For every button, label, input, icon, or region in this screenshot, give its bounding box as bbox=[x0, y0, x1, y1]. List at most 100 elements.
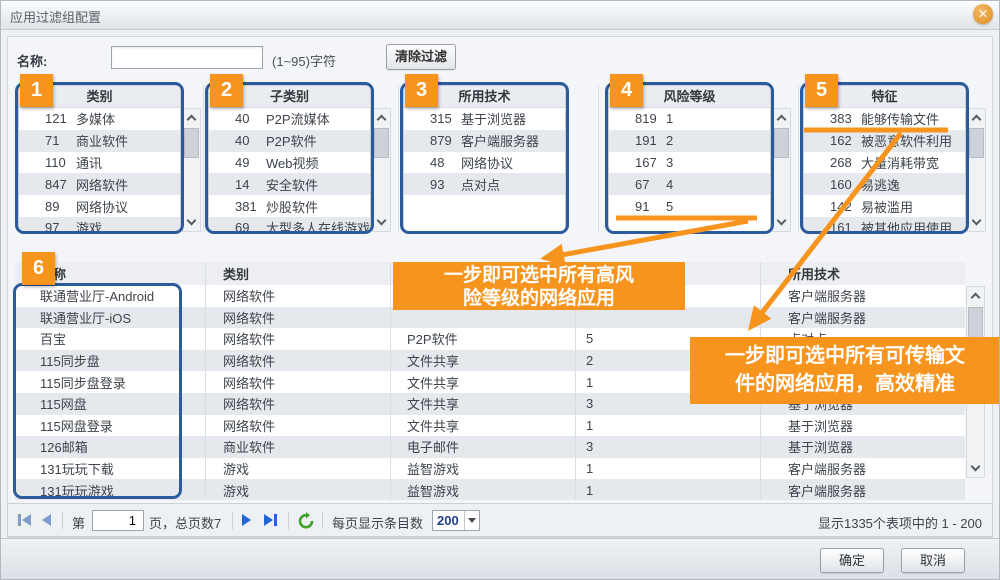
scroll-up-button[interactable] bbox=[968, 109, 985, 126]
item-label: 安全软件 bbox=[266, 175, 370, 194]
name-input[interactable] bbox=[111, 46, 263, 69]
item-count: 142 bbox=[830, 199, 861, 214]
chevron-down-icon bbox=[971, 462, 981, 472]
cell: 客户端服务器 bbox=[760, 479, 965, 500]
item-count: 819 bbox=[635, 111, 666, 126]
page-prefix-label: 第 bbox=[72, 513, 85, 532]
list-item[interactable]: 8191 bbox=[609, 108, 770, 130]
table-row[interactable]: 115网盘登录网络软件文件共享1基于浏览器 bbox=[15, 415, 965, 437]
scrollbar[interactable] bbox=[182, 108, 201, 232]
list-item[interactable]: 268大量消耗带宽 bbox=[804, 152, 965, 174]
page-size-select[interactable]: 200 bbox=[432, 510, 480, 531]
list-item[interactable]: 161被其他应用使用 bbox=[804, 217, 965, 232]
cell: 115同步盘 bbox=[15, 350, 205, 372]
item-count: 49 bbox=[235, 155, 266, 170]
item-label: 大型多人在线游戏 bbox=[266, 218, 370, 232]
refresh-button[interactable] bbox=[297, 512, 315, 530]
item-count: 40 bbox=[235, 111, 266, 126]
list-item[interactable]: 381炒股软件 bbox=[209, 195, 370, 217]
cell: 基于浏览器 bbox=[760, 415, 965, 437]
cell: 131玩玩游戏 bbox=[15, 479, 205, 500]
list-item[interactable]: 14安全软件 bbox=[209, 173, 370, 195]
list-item[interactable]: 69大型多人在线游戏 bbox=[209, 217, 370, 232]
scroll-thumb[interactable] bbox=[969, 128, 984, 158]
scrollbar[interactable] bbox=[967, 108, 986, 232]
cell: 3 bbox=[575, 436, 760, 458]
table-row[interactable]: 131玩玩游戏游戏益智游戏1客户端服务器 bbox=[15, 479, 965, 500]
item-count: 191 bbox=[635, 133, 666, 148]
item-label: P2P流媒体 bbox=[266, 109, 370, 128]
scroll-up-button[interactable] bbox=[373, 109, 390, 126]
list-item[interactable]: 93点对点 bbox=[404, 173, 565, 195]
list-item[interactable]: 674 bbox=[609, 173, 770, 195]
list-item[interactable]: 48网络协议 bbox=[404, 152, 565, 174]
column-separator bbox=[203, 85, 204, 233]
scroll-down-button[interactable] bbox=[967, 460, 984, 477]
list-item[interactable]: 383能够传输文件 bbox=[804, 108, 965, 130]
list-item[interactable]: 915 bbox=[609, 195, 770, 217]
ok-button[interactable]: 确定 bbox=[820, 548, 884, 573]
list-item[interactable]: 879客户端服务器 bbox=[404, 130, 565, 152]
list-item[interactable]: 160易逃逸 bbox=[804, 173, 965, 195]
cell: 126邮箱 bbox=[15, 436, 205, 458]
item-label: 通讯 bbox=[76, 153, 180, 172]
item-count: 381 bbox=[235, 199, 266, 214]
scroll-thumb[interactable] bbox=[184, 128, 199, 158]
cell: 联通营业厅-Android bbox=[15, 285, 205, 307]
pagination-bar: 第 页，总页数7 每页显示条目数 200 显示1335个表项中的 1 - 200 bbox=[7, 503, 993, 537]
table-row[interactable]: 126邮箱商业软件电子邮件3基于浏览器 bbox=[15, 436, 965, 458]
scroll-down-button[interactable] bbox=[773, 214, 790, 231]
list-item[interactable]: 89网络协议 bbox=[19, 195, 180, 217]
cancel-button[interactable]: 取消 bbox=[901, 548, 965, 573]
prev-page-button[interactable] bbox=[42, 514, 51, 526]
item-label: 多媒体 bbox=[76, 109, 180, 128]
clear-filter-button[interactable]: 清除过滤 bbox=[386, 44, 456, 70]
annotation-badge-3: 3 bbox=[405, 74, 438, 107]
cell: 商业软件 bbox=[205, 436, 390, 458]
list-item[interactable]: 49Web视频 bbox=[209, 152, 370, 174]
list-item[interactable]: 315基于浏览器 bbox=[404, 108, 565, 130]
scroll-thumb[interactable] bbox=[774, 128, 789, 158]
refresh-icon bbox=[297, 512, 315, 530]
scroll-up-button[interactable] bbox=[773, 109, 790, 126]
list-item[interactable]: 121多媒体 bbox=[19, 108, 180, 130]
scroll-down-button[interactable] bbox=[183, 214, 200, 231]
list-item[interactable]: 40P2P流媒体 bbox=[209, 108, 370, 130]
item-count: 14 bbox=[235, 177, 266, 192]
list-item[interactable]: 142易被滥用 bbox=[804, 195, 965, 217]
list-item[interactable]: 110通讯 bbox=[19, 152, 180, 174]
list-item[interactable]: 847网络软件 bbox=[19, 173, 180, 195]
scrollbar[interactable] bbox=[772, 108, 791, 232]
next-page-icon bbox=[242, 514, 251, 526]
list-item[interactable]: 1673 bbox=[609, 152, 770, 174]
item-label: 1 bbox=[666, 111, 770, 126]
cell: 网络软件 bbox=[205, 393, 390, 415]
scroll-down-button[interactable] bbox=[373, 214, 390, 231]
cell: 网络软件 bbox=[205, 415, 390, 437]
cell: P2P软件 bbox=[390, 328, 575, 350]
scroll-thumb[interactable] bbox=[374, 128, 389, 158]
close-icon: ✕ bbox=[978, 7, 988, 21]
cell: 基于浏览器 bbox=[760, 436, 965, 458]
chevron-down-icon bbox=[468, 518, 476, 523]
last-page-button[interactable] bbox=[264, 514, 277, 526]
list-item[interactable]: 40P2P软件 bbox=[209, 130, 370, 152]
item-label: 网络协议 bbox=[461, 153, 565, 172]
dropdown-button[interactable] bbox=[464, 511, 479, 530]
scroll-down-button[interactable] bbox=[968, 214, 985, 231]
dialog-title: 应用过滤组配置 bbox=[10, 7, 101, 26]
scrollbar[interactable] bbox=[372, 108, 391, 232]
page-number-input[interactable] bbox=[92, 510, 144, 531]
scroll-up-button[interactable] bbox=[967, 287, 984, 304]
list-item[interactable]: 97游戏 bbox=[19, 217, 180, 232]
next-page-button[interactable] bbox=[242, 514, 251, 526]
close-button[interactable]: ✕ bbox=[973, 4, 993, 24]
annotation-badge-5: 5 bbox=[805, 74, 838, 107]
table-row[interactable]: 131玩玩下载游戏益智游戏1客户端服务器 bbox=[15, 458, 965, 480]
first-page-button[interactable] bbox=[18, 514, 31, 526]
scroll-up-button[interactable] bbox=[183, 109, 200, 126]
annotation-badge-2: 2 bbox=[210, 74, 243, 107]
list-item[interactable]: 71商业软件 bbox=[19, 130, 180, 152]
list-item[interactable]: 162被恶意软件利用 bbox=[804, 130, 965, 152]
list-item[interactable]: 1912 bbox=[609, 130, 770, 152]
